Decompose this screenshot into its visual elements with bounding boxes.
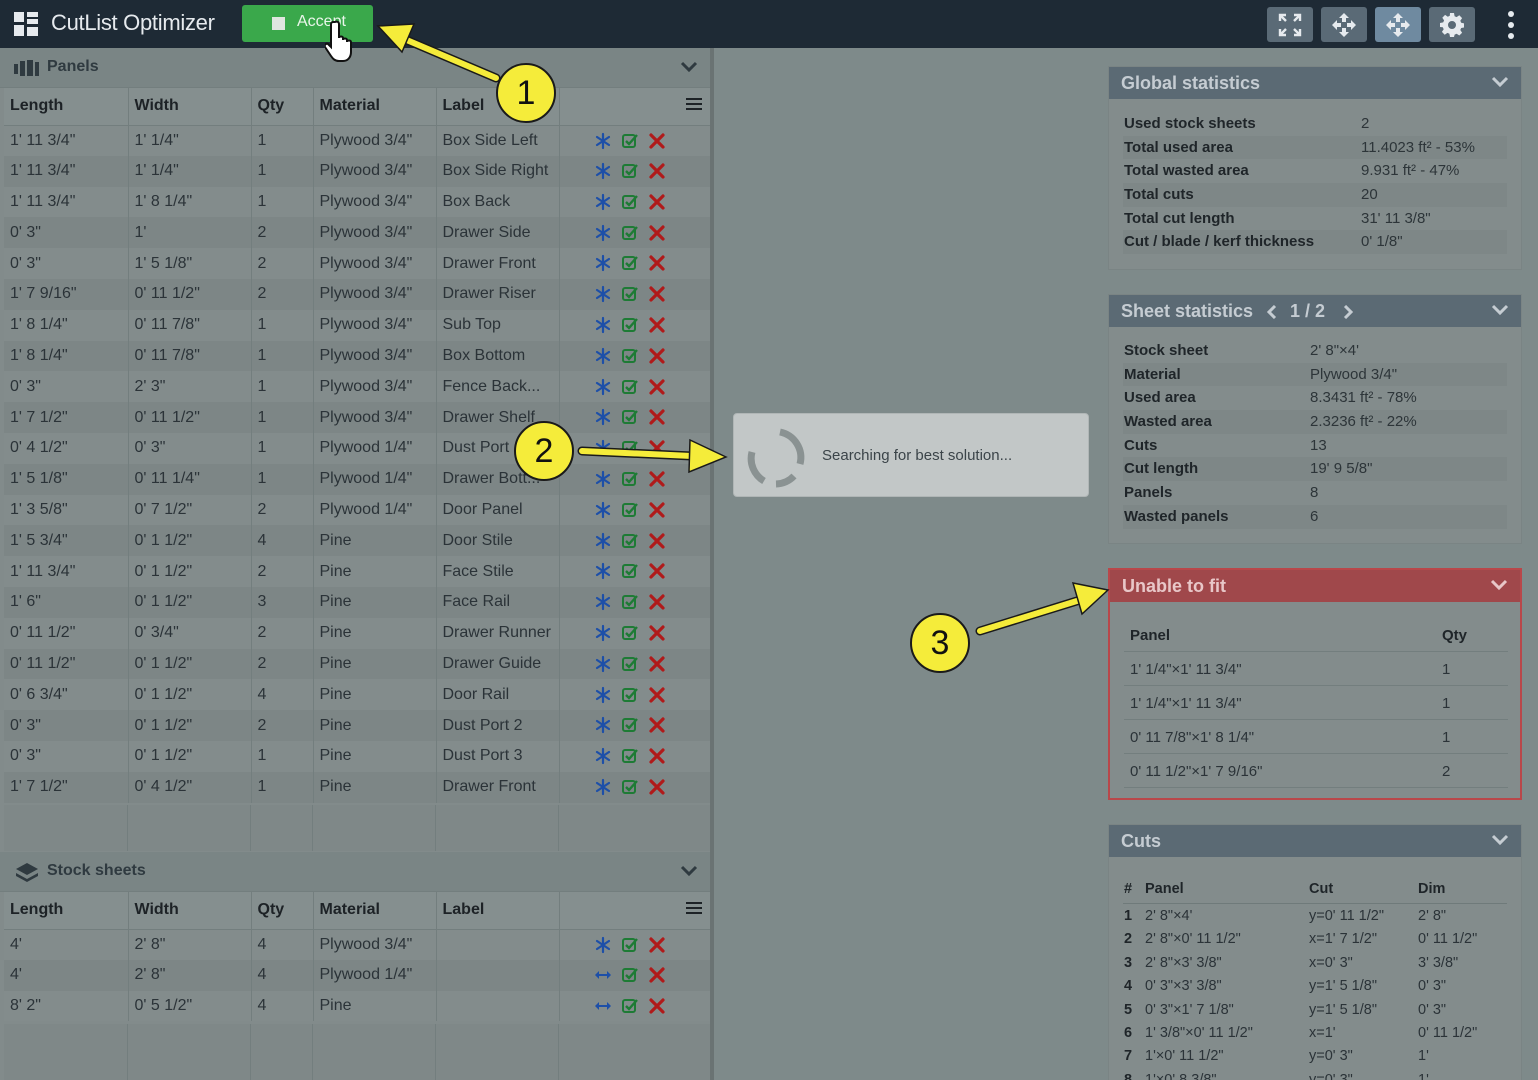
callout-3: 3 — [910, 613, 970, 673]
callout-2: 2 — [514, 421, 574, 481]
arrow-1 — [376, 23, 501, 83]
arrow-3 — [975, 582, 1110, 636]
annotation-arrows — [376, 23, 1110, 636]
arrow-2 — [577, 438, 728, 474]
hand-pointer-icon — [325, 20, 352, 62]
callout-1: 1 — [496, 63, 556, 123]
